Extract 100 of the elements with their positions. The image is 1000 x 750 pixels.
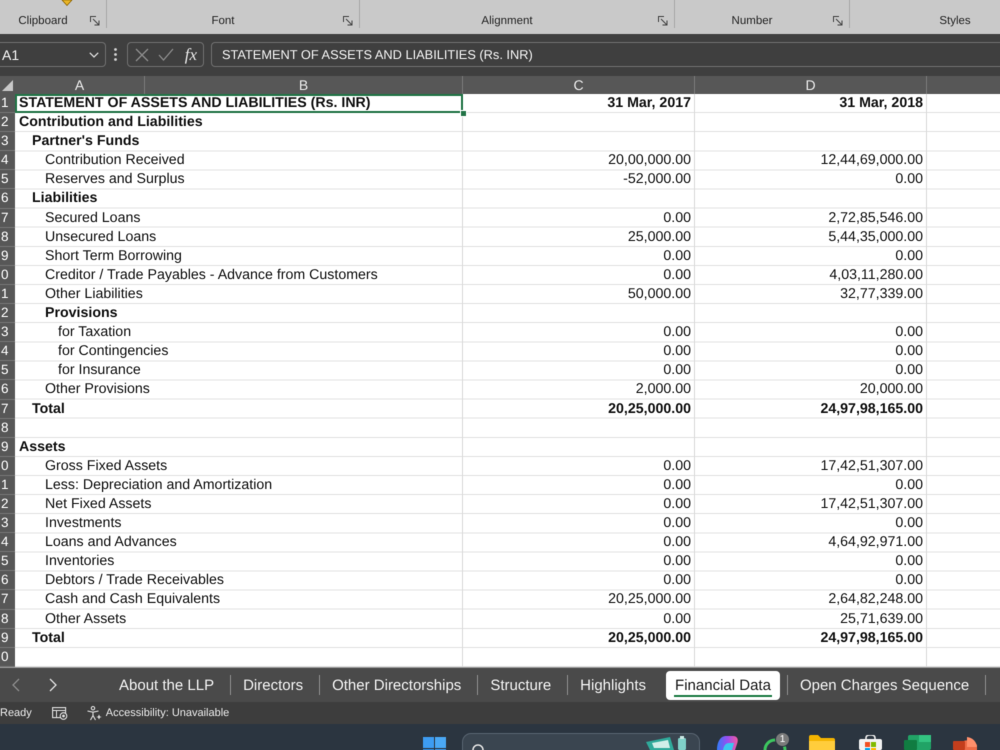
row-header[interactable]: 5 [0, 552, 15, 572]
row-header[interactable]: 6 [0, 571, 15, 590]
row-header[interactable]: 9 [0, 246, 15, 266]
chevron-right-icon[interactable] [49, 678, 57, 692]
chevron-down-icon[interactable] [89, 52, 99, 58]
total-label[interactable]: Total [32, 400, 65, 418]
row-label[interactable]: Net Fixed Assets [45, 494, 152, 513]
row-header[interactable]: 2 [0, 494, 15, 514]
row-label[interactable]: Creditor / Trade Payables - Advance from Customers [45, 266, 378, 284]
formula-field[interactable]: STATEMENT OF ASSETS AND LIABILITIES (Rs. INR) [211, 42, 1000, 67]
total-label[interactable]: Total [32, 628, 65, 647]
row-header[interactable]: 0 [0, 456, 15, 476]
row-header[interactable]: 6 [0, 380, 15, 400]
row-header[interactable]: 5 [0, 170, 15, 190]
row-label[interactable]: Cash and Cash Equivalents [45, 590, 220, 608]
sheet-tab[interactable]: Financial Data [666, 670, 780, 700]
accessibility-button[interactable]: Accessibility: Unavailable [86, 706, 230, 720]
spreadsheet-app-icon[interactable] [904, 735, 931, 750]
row-header[interactable]: 9 [0, 438, 15, 457]
row-label[interactable]: Inventories [45, 552, 114, 570]
start-menu-icon[interactable] [423, 737, 446, 750]
row-label[interactable]: Secured Loans [45, 208, 140, 227]
macro-record-icon[interactable] [52, 706, 68, 720]
row-label[interactable]: Other Assets [45, 610, 126, 628]
fill-handle[interactable] [460, 110, 467, 118]
name-box[interactable]: A1 [0, 42, 106, 67]
row-header[interactable]: 5 [0, 361, 15, 380]
row-label[interactable]: Other Provisions [45, 380, 150, 398]
sheet-title[interactable]: STATEMENT OF ASSETS AND LIABILITIES (Rs. INR) [15, 94, 463, 114]
row-header[interactable]: 4 [0, 151, 15, 170]
sheet-tab[interactable]: About the LLP [110, 670, 224, 700]
row-header[interactable]: 1 [0, 476, 15, 495]
amount-value: 32,77,339.00 [840, 286, 923, 302]
amount-value: 0.00 [895, 171, 923, 188]
ribbon-group-label: Styles [938, 14, 972, 28]
dialog-launcher-icon[interactable] [658, 16, 668, 26]
section-heading[interactable]: Contribution and Liabilities [19, 113, 203, 132]
row-header[interactable]: 8 [0, 228, 15, 247]
presentation-app-icon[interactable] [953, 735, 979, 750]
amount-value: 50,000.00 [628, 286, 691, 302]
cancel-icon[interactable] [135, 48, 149, 62]
check-icon[interactable] [158, 48, 174, 61]
amount-value: 0.00 [895, 324, 923, 340]
row-label[interactable]: Investments [45, 514, 122, 532]
sheet-tab[interactable]: Directors [234, 670, 312, 700]
row-header[interactable]: 3 [0, 514, 15, 534]
status-text: Ready [0, 707, 32, 719]
row-header[interactable]: 4 [0, 533, 15, 552]
amount-value: 25,000.00 [628, 228, 691, 245]
row-header[interactable]: 6 [0, 189, 15, 209]
amount-value: 0.00 [663, 458, 691, 474]
row-label[interactable]: Less: Depreciation and Amortization [45, 476, 272, 494]
row-header[interactable]: 8 [0, 418, 15, 438]
row-label[interactable]: Contribution Received [45, 151, 185, 170]
row-label[interactable]: Other Liabilities [45, 284, 143, 303]
amount-value: 0.00 [895, 248, 923, 264]
row-label[interactable]: Unsecured Loans [45, 228, 156, 246]
row-label[interactable]: for Contingencies [58, 342, 168, 360]
row-label[interactable]: for Insurance [58, 361, 141, 380]
folder-icon[interactable] [809, 735, 835, 750]
row-header[interactable]: 4 [0, 342, 15, 362]
section-heading[interactable]: Liabilities [32, 189, 98, 208]
section-heading[interactable]: Assets [19, 438, 66, 456]
row-header[interactable]: 2 [0, 304, 15, 324]
sheet-tab[interactable]: Open Charges Sequence [790, 670, 978, 700]
triangle-icon[interactable] [61, 0, 73, 6]
row-header[interactable]: 1 [0, 94, 15, 114]
row-header[interactable]: 0 [0, 266, 15, 285]
row-header[interactable]: 3 [0, 132, 15, 152]
row-header[interactable]: 1 [0, 284, 15, 304]
vertical-dots-icon[interactable] [114, 48, 117, 61]
row-header[interactable]: 9 [0, 628, 15, 648]
amount-value: 0.00 [895, 515, 923, 532]
row-label[interactable]: Debtors / Trade Receivables [45, 571, 224, 590]
dialog-launcher-icon[interactable] [343, 16, 353, 26]
row-label[interactable]: Short Term Borrowing [45, 246, 182, 265]
amount-value: 2,64,82,248.00 [828, 591, 923, 608]
dialog-launcher-icon[interactable] [833, 16, 843, 26]
row-label[interactable]: Gross Fixed Assets [45, 456, 168, 475]
row-label[interactable]: for Taxation [58, 323, 132, 342]
shopping-bag-icon[interactable] [858, 735, 883, 750]
row-header[interactable]: 0 [0, 648, 15, 667]
row-header[interactable]: 3 [0, 323, 15, 342]
row-label[interactable]: Loans and Advances [45, 533, 177, 552]
select-all-icon[interactable] [2, 80, 13, 91]
section-heading[interactable]: Partner's Funds [32, 132, 140, 150]
row-header[interactable]: 2 [0, 113, 15, 132]
swirl-icon[interactable] [714, 735, 740, 750]
sheet-tab[interactable]: Other Directorships [323, 670, 470, 700]
sheet-tab[interactable]: Highlights [571, 670, 656, 700]
row-header[interactable]: 7 [0, 400, 15, 419]
row-header[interactable]: 7 [0, 208, 15, 228]
row-header[interactable]: 8 [0, 610, 15, 629]
section-heading[interactable]: Provisions [45, 304, 118, 322]
sheet-tab[interactable]: Structure [481, 670, 560, 700]
insert-function-button[interactable]: fx [184, 44, 198, 64]
dialog-launcher-icon[interactable] [90, 16, 100, 26]
row-header[interactable]: 7 [0, 590, 15, 610]
search-field[interactable] [462, 733, 700, 750]
row-label[interactable]: Reserves and Surplus [45, 170, 185, 188]
